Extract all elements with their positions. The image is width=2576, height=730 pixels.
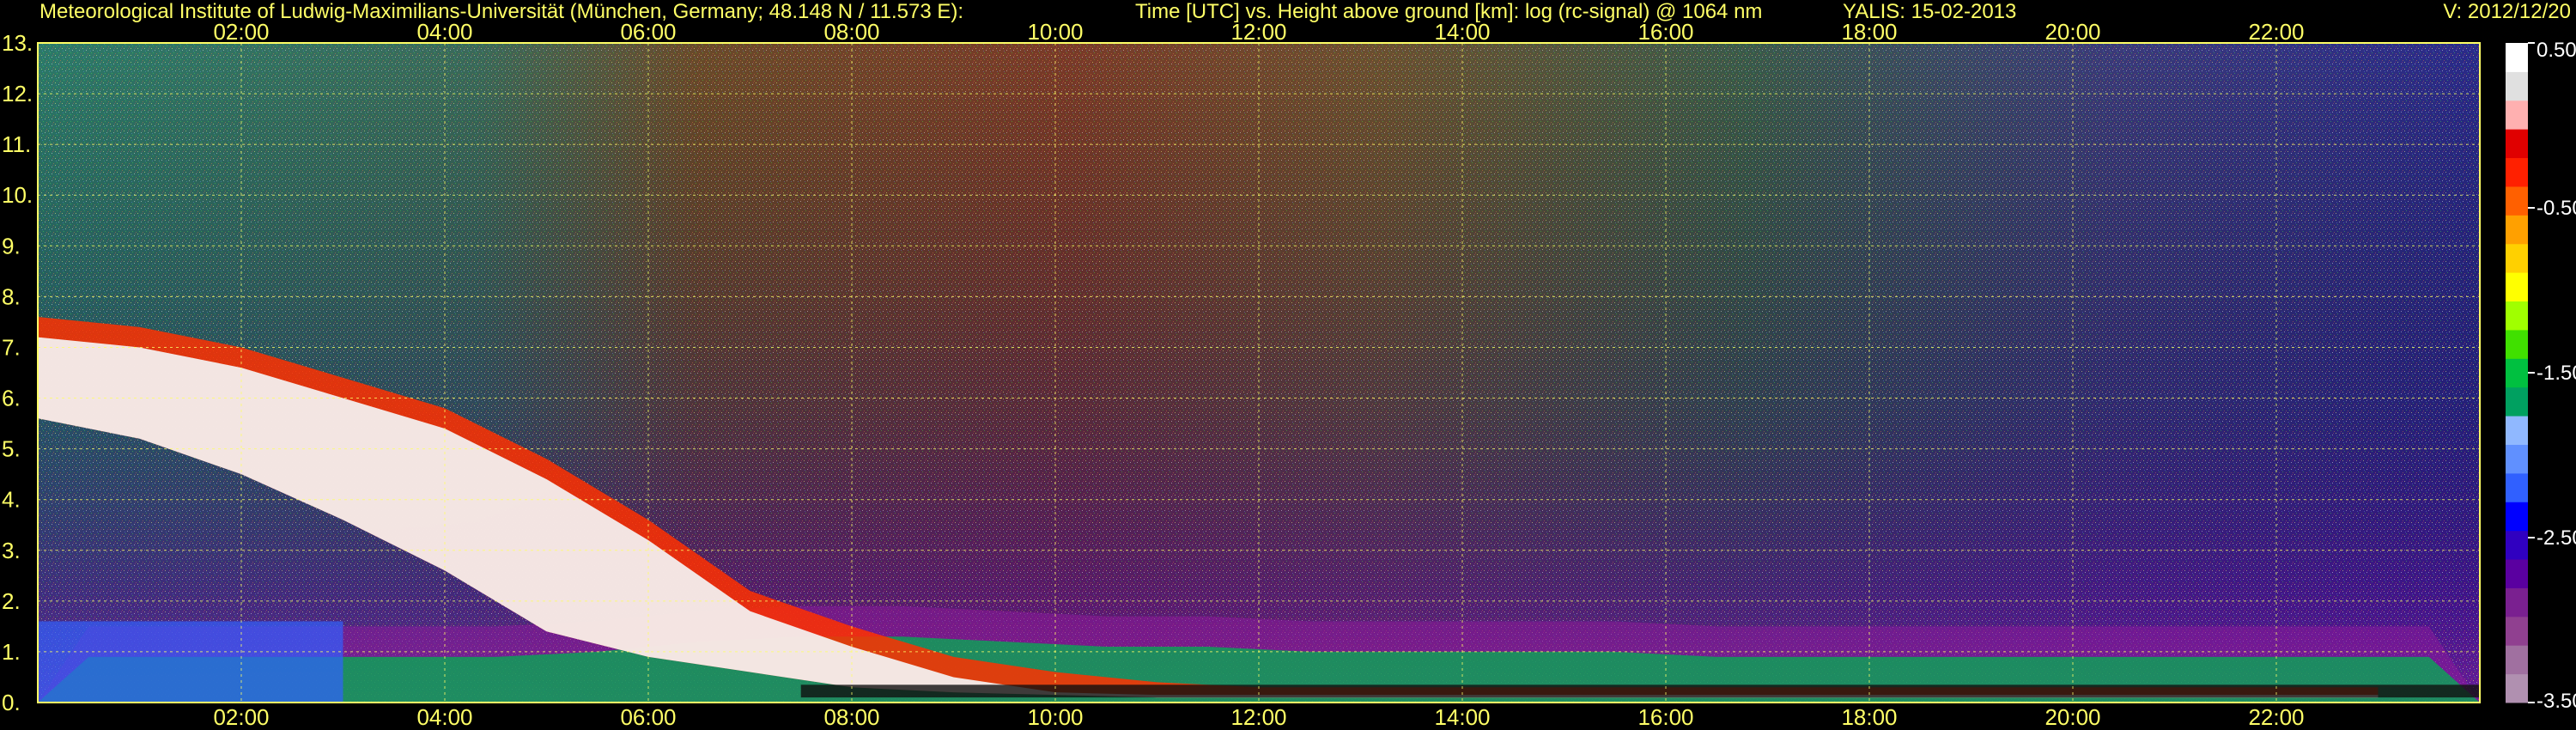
colorbar-swatch: [2506, 186, 2528, 216]
x-axis-bottom: 02:00 04:00 06:00 08:00 10:00 12:00 14:00 16:00…: [213, 704, 2304, 730]
colorbar-swatch: [2506, 215, 2528, 245]
x-tick-label-top: 06:00: [620, 19, 676, 45]
colorbar-swatch: [2506, 272, 2528, 302]
colorbar: 0.50 -0.50 -1.50 -2.50 -3.50: [2506, 39, 2576, 713]
x-tick-label-bottom: 04:00: [416, 704, 472, 730]
colorbar-swatch: [2506, 386, 2528, 417]
y-tick-label: 11.: [2, 131, 31, 157]
x-tick-label-bottom: 22:00: [2248, 704, 2304, 730]
y-tick-label: 2.: [2, 588, 21, 614]
y-tick-label: 1.: [2, 639, 21, 665]
y-tick-label: 6.: [2, 386, 21, 411]
x-axis-top: 02:00 04:00 06:00 08:00 10:00 12:00 14:00 16:00…: [213, 19, 2304, 45]
colorbar-tick-label: -3.50: [2537, 690, 2576, 713]
x-tick-label-top: 22:00: [2248, 19, 2304, 45]
y-tick-label: 0.: [2, 690, 21, 715]
x-tick-label-bottom: 20:00: [2044, 704, 2100, 730]
colorbar-swatch: [2506, 472, 2528, 502]
colorbar-swatch: [2506, 416, 2528, 445]
colorbar-swatch: [2506, 71, 2528, 101]
x-tick-label-bottom: 10:00: [1027, 704, 1083, 730]
y-tick-label: 3.: [2, 538, 21, 563]
x-tick-label-bottom: 18:00: [1841, 704, 1897, 730]
low-aerosol-region: [38, 621, 343, 703]
y-tick-label: 4.: [2, 487, 21, 513]
colorbar-swatch: [2506, 616, 2528, 646]
x-tick-label-top: 20:00: [2044, 19, 2100, 45]
colorbar-tick-label: -1.50: [2537, 362, 2576, 385]
plot-area: [37, 42, 2481, 703]
x-tick-label-top: 12:00: [1230, 19, 1286, 45]
colorbar-swatch: [2506, 444, 2528, 474]
x-tick-label-top: 08:00: [823, 19, 879, 45]
colorbar-tick-label: -2.50: [2537, 526, 2576, 550]
colorbar-swatch: [2506, 157, 2528, 187]
ground-band: [800, 684, 2480, 698]
y-tick-label: 13.: [2, 30, 33, 56]
x-tick-label-top: 18:00: [1841, 19, 1897, 45]
y-tick-label: 10.: [2, 182, 33, 208]
y-axis: 0. 1. 2. 3. 4. 5. 6. 7. 8. 9. 10. 11. 12. 13.: [2, 30, 33, 715]
colorbar-swatch: [2506, 587, 2528, 617]
x-tick-label-bottom: 12:00: [1230, 704, 1286, 730]
x-tick-label-top: 02:00: [213, 19, 269, 45]
colorbar-swatch: [2506, 243, 2528, 273]
colorbar-swatch: [2506, 673, 2528, 703]
x-tick-label-top: 04:00: [416, 19, 472, 45]
x-tick-label-top: 16:00: [1637, 19, 1693, 45]
x-tick-label-bottom: 02:00: [213, 704, 269, 730]
colorbar-swatch: [2506, 530, 2528, 560]
y-tick-label: 9.: [2, 233, 21, 259]
x-tick-label-bottom: 08:00: [823, 704, 879, 730]
x-tick-label-top: 10:00: [1027, 19, 1083, 45]
colorbar-swatch: [2506, 129, 2528, 159]
x-tick-label-bottom: 16:00: [1637, 704, 1693, 730]
colorbar-swatch: [2506, 329, 2528, 359]
y-tick-label: 8.: [2, 283, 21, 309]
colorbar-swatch: [2506, 645, 2528, 675]
x-tick-label-bottom: 06:00: [620, 704, 676, 730]
x-tick-label-top: 14:00: [1434, 19, 1490, 45]
colorbar-tick-label: -0.50: [2537, 197, 2576, 220]
y-tick-label: 7.: [2, 334, 21, 360]
y-tick-label: 5.: [2, 436, 21, 462]
y-tick-label: 12.: [2, 81, 33, 106]
colorbar-swatch: [2506, 100, 2528, 130]
colorbar-swatch: [2506, 502, 2528, 532]
colorbar-swatch: [2506, 358, 2528, 388]
colorbar-swatch: [2506, 559, 2528, 588]
lidar-heatmap-chart: 02:00 04:00 06:00 08:00 10:00 12:00 14:00 16:00…: [2, 19, 2576, 730]
x-tick-label-bottom: 14:00: [1434, 704, 1490, 730]
colorbar-tick-label: 0.50: [2537, 39, 2576, 62]
colorbar-swatch: [2506, 301, 2528, 331]
colorbar-swatch: [2506, 43, 2528, 72]
